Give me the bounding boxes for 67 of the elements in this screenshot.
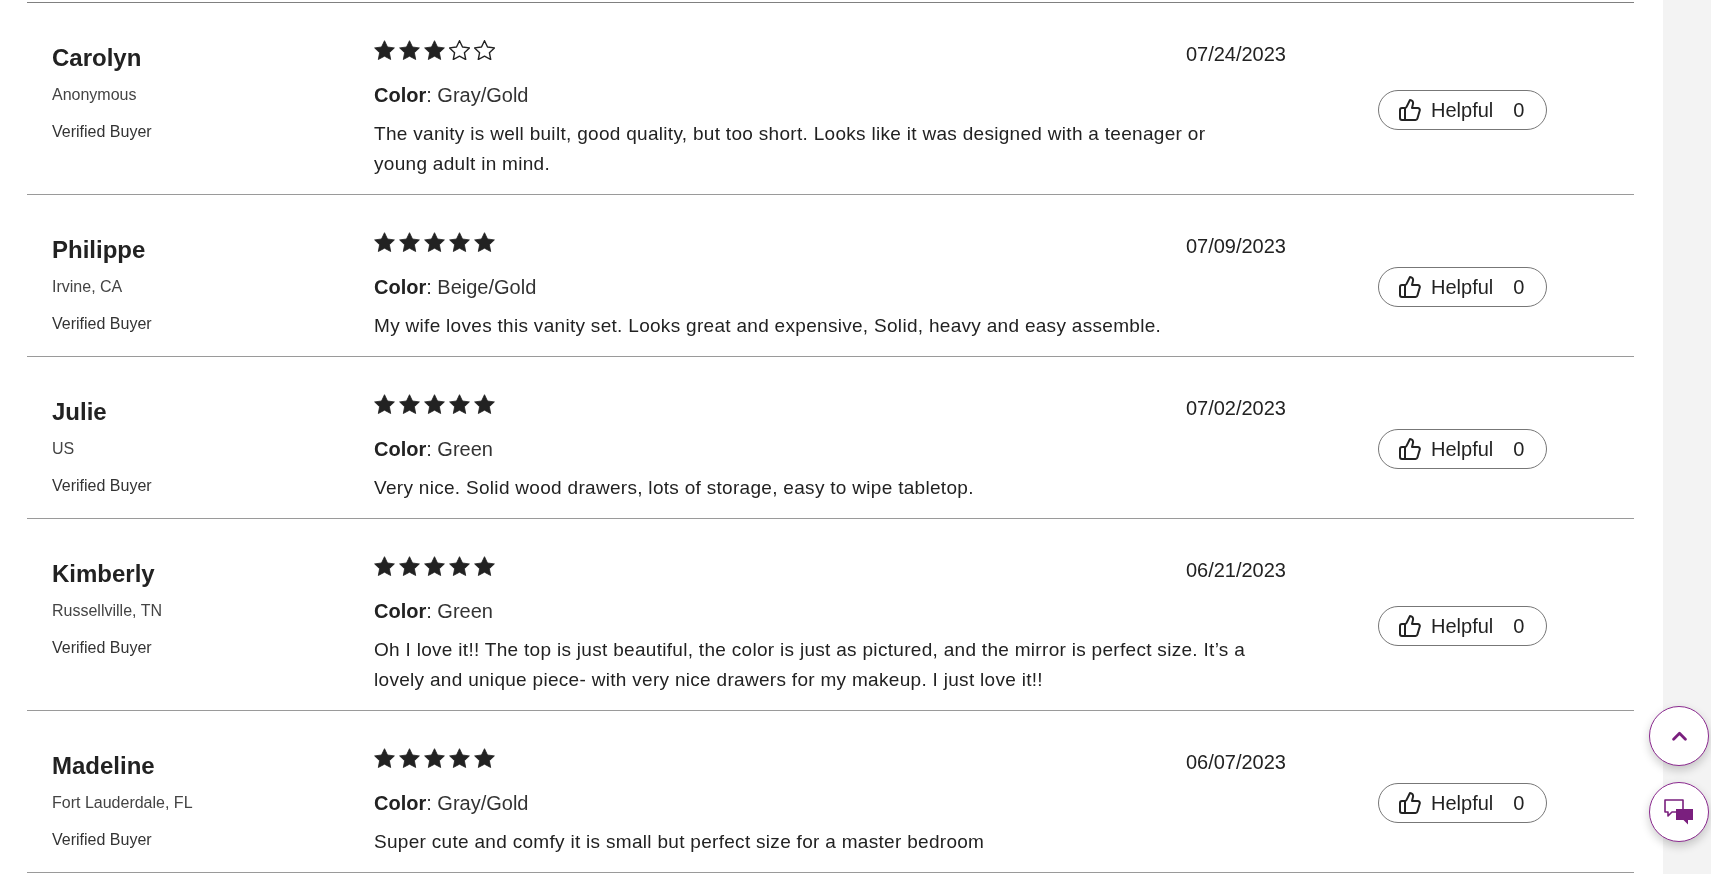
color-option: Color: Gray/Gold: [374, 81, 529, 109]
star-icon: [449, 748, 470, 768]
helpful-button[interactable]: Helpful 0: [1378, 782, 1547, 823]
verified-buyer-label: Verified Buyer: [52, 122, 152, 142]
thumbs-up-icon: [1399, 614, 1421, 637]
verified-buyer-label: Verified Buyer: [52, 476, 152, 496]
review-text: Very nice. Solid wood drawers, lots of storage, easy to wipe tabletop.: [374, 476, 975, 500]
star-icon: [399, 40, 420, 60]
review-date: 07/02/2023: [1185, 397, 1286, 419]
star-icon: [399, 394, 420, 414]
reviewer-location: Anonymous: [52, 85, 137, 105]
color-option: Color: Beige/Gold: [374, 273, 537, 301]
reviewer-name: Philippe: [52, 236, 146, 264]
reviewer-location: Russellville, TN: [52, 601, 162, 621]
star-icon: [374, 232, 395, 252]
review-text: Super cute and comfy it is small but perfect size for a master bedroom: [374, 830, 986, 854]
thumbs-up-icon: [1399, 98, 1421, 121]
star-icon: [474, 748, 495, 768]
review-text: My wife loves this vanity set. Looks great and expensive, Solid, heavy and easy assemble.: [374, 314, 1163, 338]
star-icon: [399, 748, 420, 768]
review-date: 06/07/2023: [1185, 751, 1286, 773]
reviewer-name: Madeline: [52, 752, 155, 780]
star-icon: [424, 232, 445, 252]
star-icon: [399, 556, 420, 576]
review-text: The vanity is well built, good quality, but too short. Looks like it was designed with a teenager or young adult in mind.: [374, 122, 1207, 176]
reviewer-location: Fort Lauderdale, FL: [52, 793, 193, 813]
star-icon: [374, 556, 395, 576]
star-icon: [449, 556, 470, 576]
star-icon: [374, 748, 395, 768]
color-option: Color: Green: [374, 597, 493, 625]
star-outline-icon: [474, 40, 495, 60]
star-icon: [424, 394, 445, 414]
star-icon: [424, 748, 445, 768]
star-icon: [474, 232, 495, 252]
thumbs-up-icon: [1399, 437, 1421, 460]
star-icon: [449, 394, 470, 414]
chat-bubbles-icon: [1664, 799, 1694, 825]
verified-buyer-label: Verified Buyer: [52, 830, 152, 850]
star-icon: [449, 232, 470, 252]
verified-buyer-label: Verified Buyer: [52, 314, 152, 334]
helpful-button[interactable]: Helpful 0: [1378, 89, 1547, 130]
reviewer-name: Julie: [52, 398, 107, 426]
chevron-up-icon: [1671, 731, 1687, 741]
star-icon: [374, 394, 395, 414]
thumbs-up-icon: [1399, 275, 1421, 298]
thumbs-up-icon: [1399, 791, 1421, 814]
star-icon: [399, 232, 420, 252]
review-date: 07/24/2023: [1185, 43, 1286, 65]
star-icon: [424, 556, 445, 576]
review-date: 07/09/2023: [1185, 235, 1286, 257]
reviewer-name: Carolyn: [52, 44, 142, 72]
helpful-button[interactable]: Helpful 0: [1378, 266, 1547, 307]
star-icon: [424, 40, 445, 60]
reviewer-location: Irvine, CA: [52, 277, 123, 297]
star-icon: [474, 394, 495, 414]
reviewer-name: Kimberly: [52, 560, 155, 588]
star-outline-icon: [449, 40, 470, 60]
verified-buyer-label: Verified Buyer: [52, 638, 152, 658]
color-option: Color: Gray/Gold: [374, 789, 529, 817]
star-icon: [374, 40, 395, 60]
helpful-button[interactable]: Helpful 0: [1378, 605, 1547, 646]
helpful-button[interactable]: Helpful 0: [1378, 428, 1547, 469]
review-text: Oh I love it!! The top is just beautiful, the color is just as pictured, and the mirror is perfect size. It’s a lovely and unique piece- with very nice drawers for my makeup. I just love it!!: [374, 638, 1247, 692]
color-option: Color: Green: [374, 435, 493, 463]
reviewer-location: US: [52, 439, 75, 459]
review-date: 06/21/2023: [1185, 559, 1286, 581]
star-icon: [474, 556, 495, 576]
